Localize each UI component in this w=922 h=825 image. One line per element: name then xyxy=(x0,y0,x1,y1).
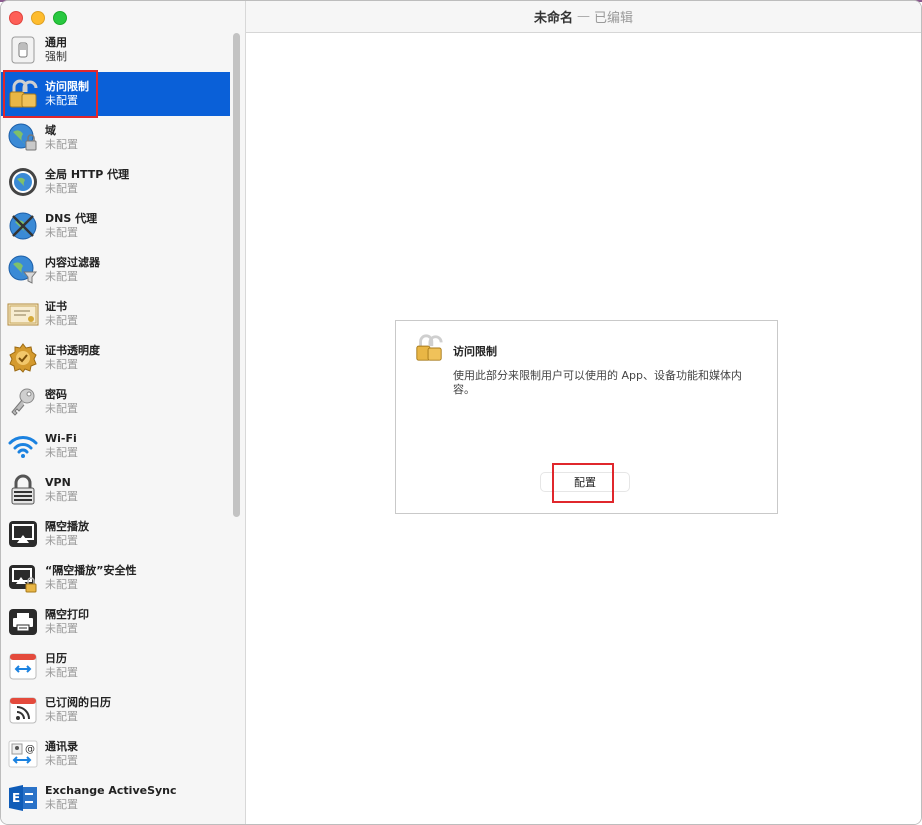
sidebar-item-label: VPN xyxy=(45,476,71,489)
vpn-icon xyxy=(7,474,39,506)
sidebar-item-status: 未配置 xyxy=(45,710,78,723)
app-window: 通用 强制 访问限制 未配置 域 未配置 全局 HTTP 代理 未配置 DNS … xyxy=(0,0,922,825)
sidebar-item-status: 未配置 xyxy=(45,490,78,503)
sidebar-item-airplay[interactable]: 隔空播放 未配置 xyxy=(1,512,237,556)
sidebar-item-status: 未配置 xyxy=(45,314,78,327)
svg-text:@: @ xyxy=(25,744,35,755)
sidebar-item-label: 域 xyxy=(45,124,56,137)
calendar-icon xyxy=(7,650,39,682)
exchange-icon: E xyxy=(7,782,39,814)
document-title: 未命名 xyxy=(533,11,573,26)
sidebar-item-status: 未配置 xyxy=(45,798,78,811)
sidebar-item-status: 未配置 xyxy=(45,402,78,415)
minimize-button[interactable] xyxy=(31,11,45,25)
payload-list: 通用 强制 访问限制 未配置 域 未配置 全局 HTTP 代理 未配置 DNS … xyxy=(1,28,237,820)
sidebar-item-status: 未配置 xyxy=(45,94,78,107)
sidebar-item-restrictions[interactable]: 访问限制 未配置 xyxy=(1,70,230,118)
sidebar-item-label: 日历 xyxy=(45,652,67,665)
sidebar-item-status: 未配置 xyxy=(45,138,78,151)
airplay-icon xyxy=(7,518,39,550)
airplay-lock-icon xyxy=(7,562,39,594)
sidebar-item-status: 强制 xyxy=(45,50,67,63)
sidebar-item-status: 未配置 xyxy=(45,182,78,195)
sidebar-item-label: Wi-Fi xyxy=(45,432,77,445)
seal-icon xyxy=(7,342,39,374)
sidebar-item-dns-proxy[interactable]: DNS 代理 未配置 xyxy=(1,204,237,248)
configure-button[interactable]: 配置 xyxy=(540,472,630,492)
sidebar-item-status: 未配置 xyxy=(45,358,78,371)
globe-dns-icon xyxy=(7,210,39,242)
sidebar-item-certificates[interactable]: 证书 未配置 xyxy=(1,292,237,336)
window-controls xyxy=(9,11,67,25)
sidebar-item-general[interactable]: 通用 强制 xyxy=(1,28,237,72)
sidebar-item-domains[interactable]: 域 未配置 xyxy=(1,116,237,160)
sidebar-item-status: 未配置 xyxy=(45,270,78,283)
printer-icon xyxy=(7,606,39,638)
sidebar-item-label: 已订阅的日历 xyxy=(45,696,111,709)
sidebar-item-label: 密码 xyxy=(45,388,67,401)
sidebar-item-label: Exchange ActiveSync xyxy=(45,784,177,797)
title-bar: 未命名 — 已编辑 xyxy=(246,1,921,33)
padlock-icon xyxy=(7,78,39,110)
sidebar-item-airprint[interactable]: 隔空打印 未配置 xyxy=(1,600,237,644)
sidebar-scrollbar[interactable] xyxy=(233,33,240,517)
sidebar-item-status: 未配置 xyxy=(45,226,78,239)
sidebar-item-cert-transparency[interactable]: 证书透明度 未配置 xyxy=(1,336,237,380)
sidebar-item-airplay-security[interactable]: “隔空播放”安全性 未配置 xyxy=(1,556,237,600)
sidebar-item-status: 未配置 xyxy=(45,446,78,459)
sidebar-item-label: 隔空播放 xyxy=(45,520,89,533)
zoom-button[interactable] xyxy=(53,11,67,25)
sidebar-item-label: DNS 代理 xyxy=(45,212,98,225)
sidebar-item-status: 未配置 xyxy=(45,666,78,679)
wifi-icon xyxy=(7,430,39,462)
detail-pane: 访问限制 使用此部分来限制用户可以使用的 App、设备功能和媒体内容。 配置 xyxy=(246,33,921,824)
contacts-icon: @ xyxy=(7,738,39,770)
sidebar-item-status: 未配置 xyxy=(45,622,78,635)
sidebar-item-label: 通用 xyxy=(45,36,67,49)
sidebar: 通用 强制 访问限制 未配置 域 未配置 全局 HTTP 代理 未配置 DNS … xyxy=(1,1,246,824)
sidebar-item-label: “隔空播放”安全性 xyxy=(45,564,137,577)
subscribed-calendar-icon xyxy=(7,694,39,726)
globe-proxy-icon xyxy=(7,166,39,198)
document-status: 已编辑 xyxy=(594,11,634,26)
sidebar-item-label: 证书 xyxy=(45,300,67,313)
sidebar-item-http-proxy[interactable]: 全局 HTTP 代理 未配置 xyxy=(1,160,237,204)
svg-text:E: E xyxy=(12,791,20,805)
switch-icon xyxy=(7,34,39,66)
sidebar-item-status: 未配置 xyxy=(45,578,78,591)
sidebar-item-label: 内容过滤器 xyxy=(45,256,100,269)
sidebar-item-label: 隔空打印 xyxy=(45,608,89,621)
sidebar-item-contacts[interactable]: @ 通讯录 未配置 xyxy=(1,732,237,776)
sidebar-item-subscribed-calendars[interactable]: 已订阅的日历 未配置 xyxy=(1,688,237,732)
sidebar-item-status: 未配置 xyxy=(45,754,78,767)
globe-filter-icon xyxy=(7,254,39,286)
sidebar-item-label: 全局 HTTP 代理 xyxy=(45,168,130,181)
restrictions-card: 访问限制 使用此部分来限制用户可以使用的 App、设备功能和媒体内容。 配置 xyxy=(395,320,778,514)
certificate-icon xyxy=(7,298,39,330)
sidebar-item-label: 证书透明度 xyxy=(45,344,100,357)
title-separator: — xyxy=(577,9,590,24)
card-description: 使用此部分来限制用户可以使用的 App、设备功能和媒体内容。 xyxy=(453,369,742,396)
padlock-icon xyxy=(414,333,444,363)
sidebar-item-label: 访问限制 xyxy=(45,80,89,93)
card-title: 访问限制 xyxy=(453,345,497,358)
sidebar-item-passcode[interactable]: 密码 未配置 xyxy=(1,380,237,424)
sidebar-item-label: 通讯录 xyxy=(45,740,78,753)
sidebar-item-calendar[interactable]: 日历 未配置 xyxy=(1,644,237,688)
sidebar-item-wifi[interactable]: Wi-Fi 未配置 xyxy=(1,424,237,468)
sidebar-item-content-filter[interactable]: 内容过滤器 未配置 xyxy=(1,248,237,292)
globe-lock-icon xyxy=(7,122,39,154)
sidebar-item-vpn[interactable]: VPN 未配置 xyxy=(1,468,237,512)
close-button[interactable] xyxy=(9,11,23,25)
sidebar-item-exchange[interactable]: E Exchange ActiveSync 未配置 xyxy=(1,776,237,820)
sidebar-item-status: 未配置 xyxy=(45,534,78,547)
key-icon xyxy=(7,386,39,418)
